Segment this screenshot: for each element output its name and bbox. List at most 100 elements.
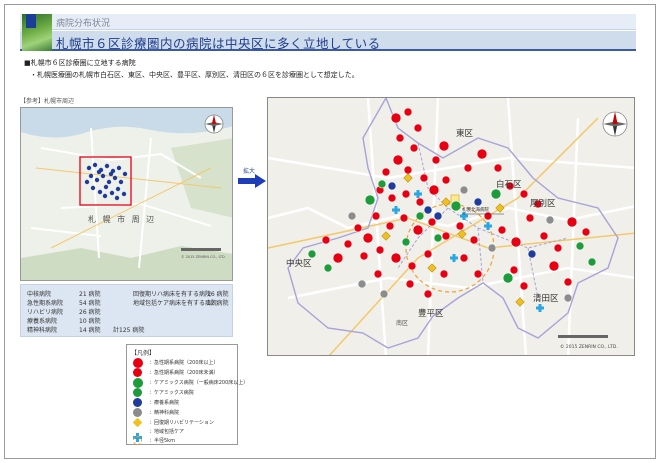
count-value: 14 病院 (79, 327, 101, 334)
acute-hospital-marker (469, 235, 479, 245)
radius-dashed-circle-icon (133, 436, 142, 445)
acute-hospital-marker (441, 231, 451, 241)
psychiatric-hospital-marker (459, 185, 469, 195)
caremix-hospital-marker (415, 211, 425, 221)
ward-label-toyohira: 豊平区 (418, 308, 444, 319)
header-photo (22, 14, 52, 51)
count-label: リハビリ病院 (27, 309, 64, 316)
acute-hospital-marker (476, 148, 488, 160)
legend-item-label: ：療養系病院 (149, 400, 180, 406)
count-total: 計125 病院 (113, 327, 145, 334)
legend-item-label: ：半径5km (149, 438, 175, 444)
main-scale-bar (558, 335, 608, 338)
rehab-marker (381, 231, 391, 241)
acute-hospital-marker (441, 175, 451, 185)
rehab-marker (427, 263, 437, 273)
acute-hospital-marker (455, 221, 465, 231)
caremix-hospital-marker (377, 179, 387, 189)
caremix-hospital-marker (364, 194, 376, 206)
acute-hospital-marker (375, 245, 385, 255)
acute-hospital-marker (362, 232, 374, 244)
legend-item-label: ：急性期系病院（200床未満） (149, 370, 219, 376)
ward-count-value: 12 病院 (207, 300, 229, 307)
acute-hospital-marker (428, 184, 440, 196)
reference-hospital-marker (96, 169, 102, 175)
acute-hospital-marker (405, 279, 415, 289)
caremix-circle-icon (133, 388, 142, 397)
reference-hospital-marker (102, 193, 108, 199)
acute-hospital-marker (483, 211, 493, 221)
acute-hospital-marker (390, 252, 402, 264)
reference-hospital-marker (90, 185, 96, 191)
main-map: 東区 白石区 厚別区 中央区 豊平区 清田区 南区 札幌北海病院 © 2015 … (267, 97, 635, 356)
acute-hospital-marker (413, 123, 423, 133)
psychiatric-hospital-marker (347, 211, 357, 221)
caremix-hospital-marker (323, 263, 333, 273)
hospital-count-panel: 中核病院 21 病院 急性期系病院 54 病院 リハビリ病院 26 病院 療養系… (20, 284, 233, 337)
recuperation-hospital-marker (433, 211, 443, 221)
count-value: 26 病院 (79, 309, 101, 316)
acute-hospital-marker (553, 243, 563, 253)
ward-count-value: 16 病院 (207, 291, 229, 298)
ward-count-label: 地域包括ケア病床を有する病院 (133, 300, 218, 307)
psychiatric-hospital-marker (563, 293, 573, 303)
reference-hospital-marker (104, 163, 110, 169)
caremix-hospital-marker (575, 241, 585, 251)
reference-hospital-marker (115, 186, 121, 192)
page-title: 札幌市６区診療圏内の病院は中央区に多く立地している (56, 36, 381, 51)
acute-hospital-marker (539, 231, 549, 241)
bullet-note: ・札幌医療圏の札幌市白石区、東区、中央区、豊平区、厚別区、清田区の６区を診療圏と… (30, 71, 359, 79)
ward-label-chuo: 中央区 (286, 258, 312, 269)
acute-hospital-marker (439, 269, 449, 279)
acute-hospital-marker (427, 217, 437, 227)
psychiatric-hospital-marker (357, 279, 367, 289)
community-care-marker (536, 304, 544, 312)
reference-hospital-marker (94, 177, 100, 183)
acute-hospital-marker (332, 252, 344, 264)
acute-circle-icon (133, 368, 142, 377)
community-care-cross-icon (133, 427, 142, 442)
count-label: 療養系病院 (27, 318, 58, 325)
count-value: 10 病院 (79, 318, 101, 325)
bay-water (21, 108, 232, 138)
acute-hospital-marker (390, 112, 402, 124)
acute-hospital-marker (459, 253, 469, 263)
reference-hospital-marker (118, 179, 124, 185)
reference-copyright: © 2015 ZENRIN CO., LTD. (181, 255, 226, 259)
southern-hills (21, 246, 232, 280)
acute-hospital-marker (381, 167, 391, 177)
reference-label: 【参考】札幌市周辺 (20, 98, 75, 105)
caremix-hospital-marker (490, 188, 502, 200)
ward-count-label: 回復期リハ病床を有する病院 (133, 291, 212, 298)
acute-large-circle-icon (133, 358, 143, 368)
count-value: 21 病院 (79, 291, 101, 298)
reference-hospital-marker (88, 173, 94, 179)
caremix-hospital-marker (450, 200, 462, 212)
count-label: 中核病院 (27, 291, 52, 298)
reference-map: 札 幌 市 周 辺 © 2015 ZENRIN CO., LTD. (20, 107, 233, 281)
reference-hospital-marker (112, 175, 118, 181)
ward-label-shiroishi: 白石区 (496, 179, 522, 190)
reference-hospital-marker (121, 191, 127, 197)
acute-hospital-marker (343, 239, 353, 249)
reference-hospital-marker (122, 171, 128, 177)
acute-hospital-marker (419, 173, 429, 183)
reference-hospital-marker (97, 189, 103, 195)
caremix-hospital-marker (502, 272, 514, 284)
acute-hospital-marker (497, 225, 507, 235)
acute-hospital-marker (392, 154, 404, 166)
main-hospital-markers (307, 107, 597, 312)
compass-icon (602, 111, 628, 137)
acute-hospital-marker (387, 193, 397, 203)
acute-hospital-marker (403, 165, 413, 175)
reference-map-svg: 札 幌 市 周 辺 © 2015 ZENRIN CO., LTD. (21, 108, 232, 280)
community-care-marker (450, 254, 458, 262)
acute-hospital-marker (473, 269, 483, 279)
zoom-arrow-icon (238, 174, 266, 188)
acute-hospital-marker (548, 260, 560, 272)
acute-hospital-marker (321, 235, 331, 245)
recuperation-hospital-marker (473, 197, 483, 207)
reference-hospital-marker (103, 184, 109, 190)
acute-hospital-marker (371, 211, 381, 221)
count-label: 精神科病院 (27, 327, 58, 334)
